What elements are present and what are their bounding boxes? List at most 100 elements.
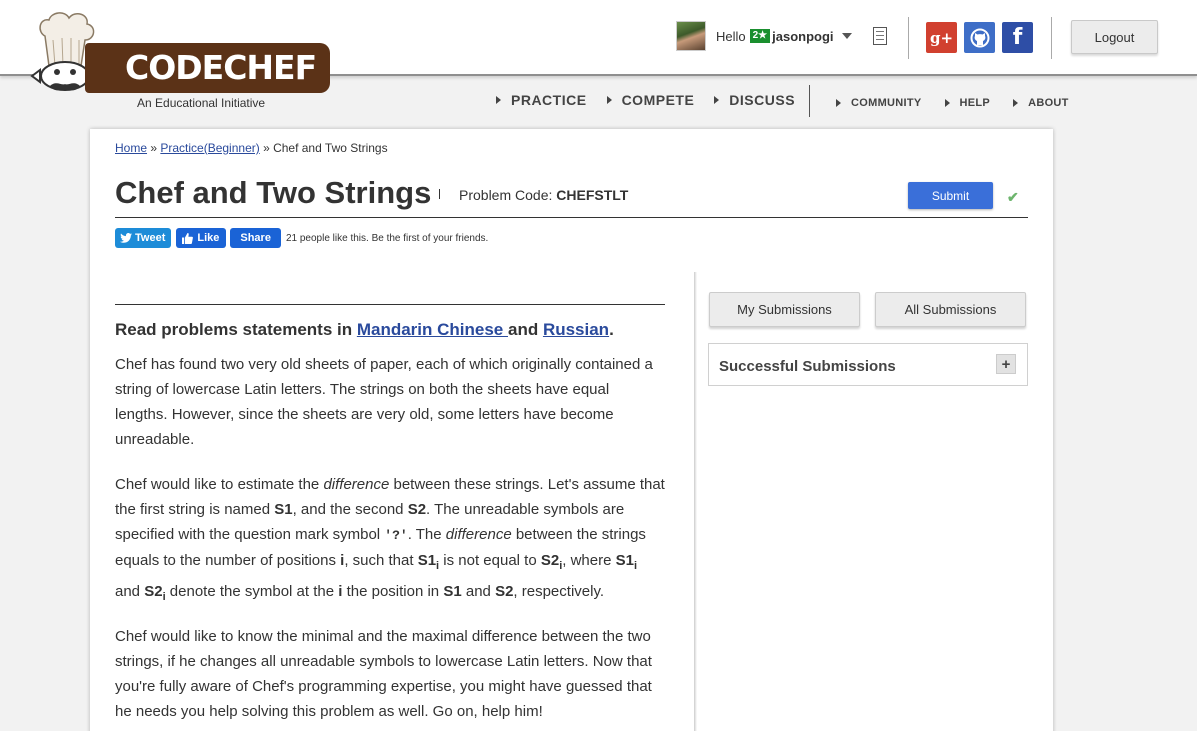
statement-divider xyxy=(115,304,665,305)
text-run: difference xyxy=(445,526,512,543)
text-run: and xyxy=(461,583,496,600)
expand-icon[interactable]: + xyxy=(996,354,1016,374)
text-run: S2 xyxy=(407,501,427,518)
like-label: Like xyxy=(197,232,220,244)
share-bar: Tweet Like Share 21 people like this. Be… xyxy=(115,228,488,248)
text-run: S2 xyxy=(540,552,560,569)
caret-right-icon xyxy=(836,99,841,107)
header-divider xyxy=(908,17,909,59)
all-submissions-button[interactable]: All Submissions xyxy=(875,292,1026,327)
nav-label: COMMUNITY xyxy=(851,97,922,109)
text-run: S1 xyxy=(417,552,437,569)
statement-paragraph-2: Chef would like to estimate the differen… xyxy=(115,472,665,610)
text-run: S1 xyxy=(443,583,462,600)
problem-code: Problem Code: CHEFSTLT xyxy=(459,187,628,203)
nav-community[interactable]: COMMUNITY xyxy=(836,97,922,109)
thumbs-up-icon xyxy=(182,232,194,244)
breadcrumb-separator: » xyxy=(259,141,274,155)
github-glyph xyxy=(970,28,989,47)
text-run: . The xyxy=(407,526,446,543)
text-run: , where xyxy=(562,552,616,569)
username-link[interactable]: jasonpogi xyxy=(772,29,833,44)
like-button[interactable]: Like xyxy=(176,228,227,248)
column-divider xyxy=(694,272,697,731)
nav-compete[interactable]: COMPETE xyxy=(606,92,695,108)
caret-right-icon xyxy=(714,96,720,104)
translations-end: . xyxy=(609,320,614,339)
breadcrumb: Home » Practice(Beginner) » Chef and Two… xyxy=(115,141,388,155)
text-run: the position in xyxy=(342,583,444,600)
document-icon[interactable] xyxy=(873,27,887,45)
text-run: and xyxy=(115,583,145,600)
breadcrumb-section-link[interactable]: Practice(Beginner) xyxy=(160,141,259,155)
nav-about[interactable]: ABOUT xyxy=(1013,97,1069,109)
title-separator xyxy=(439,189,440,199)
tweet-label: Tweet xyxy=(135,232,166,244)
text-run: S1 xyxy=(274,501,293,518)
breadcrumb-separator: » xyxy=(147,141,161,155)
page-title: Chef and Two Strings xyxy=(115,175,432,210)
twitter-bird-icon xyxy=(120,233,132,243)
nav-help[interactable]: HELP xyxy=(944,97,991,109)
breadcrumb-current: Chef and Two Strings xyxy=(273,141,388,155)
nav-label: COMPETE xyxy=(621,92,695,108)
text-run: i xyxy=(633,560,638,572)
statement-paragraph-3: Chef would like to know the minimal and … xyxy=(115,628,652,720)
translations-and: and xyxy=(507,320,543,339)
text-run: S2 xyxy=(144,583,163,600)
logo-wordmark: CODECHEF xyxy=(85,43,331,93)
github-icon[interactable] xyxy=(964,22,995,53)
avatar[interactable] xyxy=(676,21,706,51)
share-button[interactable]: Share xyxy=(230,228,281,248)
facebook-icon[interactable]: f xyxy=(1002,22,1033,53)
my-submissions-button[interactable]: My Submissions xyxy=(709,292,860,327)
check-icon: ✔ xyxy=(1007,189,1019,205)
secondary-nav: COMMUNITY HELP ABOUT xyxy=(836,97,1069,109)
text-run: '?' xyxy=(384,528,408,543)
rating-badge: 2★ xyxy=(749,29,771,43)
statement-paragraph-1: Chef has found two very old sheets of pa… xyxy=(115,356,653,448)
codechef-logo[interactable]: CODECHEF An Educational Initiative xyxy=(30,10,331,112)
translations-heading: Read problems statements in Mandarin Chi… xyxy=(115,320,614,340)
logo-tagline: An Educational Initiative xyxy=(137,96,266,110)
nav-discuss[interactable]: DISCUSS xyxy=(714,92,795,108)
user-menu[interactable]: Hello 2★ jasonpogi xyxy=(676,21,852,51)
nav-label: PRACTICE xyxy=(511,92,587,108)
successful-submissions-panel: Successful Submissions + xyxy=(708,343,1028,386)
text-run: , respectively. xyxy=(513,583,605,600)
google-plus-icon[interactable]: g+ xyxy=(926,22,957,53)
logout-button[interactable]: Logout xyxy=(1071,20,1158,54)
nav-label: HELP xyxy=(959,97,991,109)
greeting-text: Hello xyxy=(716,28,746,44)
caret-right-icon xyxy=(944,99,950,107)
submit-button[interactable]: Submit xyxy=(908,182,993,209)
nav-label: DISCUSS xyxy=(729,92,796,108)
breadcrumb-home-link[interactable]: Home xyxy=(115,141,147,155)
nav-label: ABOUT xyxy=(1028,97,1069,109)
nav-divider xyxy=(809,85,810,117)
problem-code-label: Problem Code: xyxy=(459,187,557,203)
russian-link[interactable]: Russian xyxy=(543,320,609,339)
text-run: , and the second xyxy=(292,501,408,518)
text-run: Chef would like to estimate the xyxy=(115,476,324,493)
caret-right-icon xyxy=(606,96,612,104)
successful-submissions-title: Successful Submissions xyxy=(719,358,896,375)
chevron-down-icon[interactable] xyxy=(841,33,852,39)
text-run: S1 xyxy=(615,552,634,569)
nav-practice[interactable]: PRACTICE xyxy=(496,92,587,108)
text-run: is not equal to xyxy=(439,552,541,569)
tweet-button[interactable]: Tweet xyxy=(115,228,172,248)
text-run: , such that xyxy=(344,552,418,569)
text-run: denote the symbol at the xyxy=(165,583,339,600)
text-run: S2 xyxy=(495,583,514,600)
problem-card: Home » Practice(Beginner) » Chef and Two… xyxy=(90,129,1053,731)
problem-code-value: CHEFSTLT xyxy=(556,187,629,203)
mandarin-link[interactable]: Mandarin Chinese xyxy=(357,320,508,339)
primary-nav: PRACTICE COMPETE DISCUSS xyxy=(496,92,795,108)
translations-prefix: Read problems statements in xyxy=(115,320,357,339)
header-divider xyxy=(1051,17,1052,59)
text-run: difference xyxy=(323,476,390,493)
caret-right-icon xyxy=(496,96,501,104)
title-divider xyxy=(115,217,1028,218)
like-count-text: 21 people like this. Be the first of you… xyxy=(285,232,489,244)
